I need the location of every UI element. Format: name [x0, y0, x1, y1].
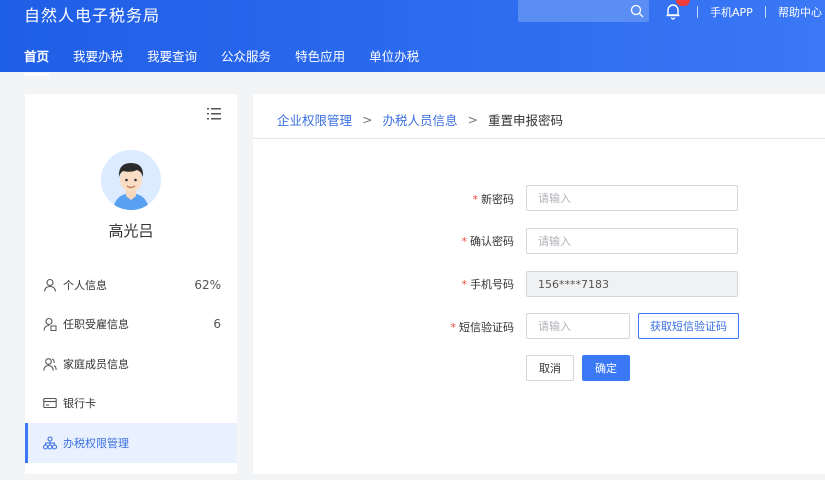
bank-card-icon: [43, 397, 57, 409]
cancel-button[interactable]: 取消: [526, 355, 574, 381]
sidebar-item-personal-info[interactable]: 个人信息 62%: [25, 265, 237, 305]
sidebar-item-label: 银行卡: [63, 397, 96, 410]
phone-label-text: 手机号码: [470, 278, 514, 291]
nav-item-home[interactable]: 首页: [24, 46, 50, 76]
phone-label: * 手机号码: [419, 276, 515, 292]
sms-code-label: * 短信验证码: [419, 319, 515, 335]
sidebar-item-label: 个人信息: [63, 279, 107, 292]
nav-item-query[interactable]: 我要查询: [147, 46, 197, 72]
breadcrumb-enterprise-permission[interactable]: 企业权限管理: [277, 110, 352, 129]
confirm-password-label-text: 确认密码: [470, 235, 514, 248]
sidebar-item-bank-card[interactable]: 银行卡: [25, 383, 237, 423]
main-panel: 企业权限管理 > 办税人员信息 > 重置申报密码 * 新密码 * 确认密码 * 手机号…: [253, 94, 825, 474]
new-password-label-text: 新密码: [481, 193, 514, 206]
sidebar: 高光吕 个人信息 62% 任职受雇信息 6 家庭成员信息 银行卡 办税权限管理: [25, 94, 237, 474]
get-sms-code-button[interactable]: 获取短信验证码: [638, 313, 739, 339]
mobile-app-link[interactable]: 手机APP: [710, 4, 753, 20]
breadcrumb-tax-staff-info[interactable]: 办税人员信息: [383, 110, 458, 129]
search-icon[interactable]: [630, 4, 644, 18]
username: 高光吕: [108, 222, 154, 240]
avatar: [101, 150, 161, 210]
confirm-password-label: * 确认密码: [419, 233, 515, 249]
breadcrumb-divider: [253, 138, 825, 139]
user-badge-icon: [43, 317, 57, 331]
breadcrumb-current: 重置申报密码: [488, 113, 564, 128]
sidebar-item-family-info[interactable]: 家庭成员信息: [25, 344, 237, 384]
sms-code-label-text: 短信验证码: [459, 321, 514, 334]
user-icon: [43, 278, 57, 292]
sidebar-item-label: 家庭成员信息: [63, 358, 129, 371]
sms-code-input[interactable]: [526, 313, 630, 339]
breadcrumb-separator: >: [467, 112, 478, 127]
sidebar-item-label: 任职受雇信息: [63, 318, 129, 331]
sidebar-item-employment-info[interactable]: 任职受雇信息 6: [25, 304, 237, 344]
nav-item-featured-apps[interactable]: 特色应用: [295, 46, 345, 72]
breadcrumb-separator: >: [362, 112, 373, 127]
notification-badge: [676, 0, 690, 6]
search-input[interactable]: [518, 0, 649, 22]
required-mark: *: [472, 193, 479, 206]
org-chart-icon: [43, 436, 57, 450]
confirm-password-input[interactable]: [526, 228, 738, 254]
sidebar-item-tax-permission[interactable]: 办税权限管理: [25, 423, 237, 463]
required-mark: *: [450, 321, 457, 334]
main-nav: 首页 我要办税 我要查询 公众服务 特色应用 单位办税: [24, 46, 443, 76]
menu-icon[interactable]: [207, 108, 221, 120]
breadcrumb: 企业权限管理 > 办税人员信息 > 重置申报密码: [277, 110, 563, 129]
avatar-illustration: [101, 150, 161, 210]
nav-item-corporate-tax[interactable]: 单位办税: [369, 46, 419, 72]
top-header: 自然人电子税务局 手机APP 帮助中心 首页 我要办税 我要查询 公众服务 特色…: [0, 0, 825, 76]
header-separator: [697, 6, 698, 18]
sidebar-item-label: 办税权限管理: [63, 437, 129, 450]
required-mark: *: [461, 235, 468, 248]
employment-count: 6: [213, 317, 221, 331]
new-password-label: * 新密码: [419, 191, 515, 207]
required-mark: *: [461, 278, 468, 291]
new-password-input[interactable]: [526, 185, 738, 211]
nav-item-tax[interactable]: 我要办税: [73, 46, 123, 72]
phone-field: [526, 271, 738, 297]
completion-percent: 62%: [194, 278, 221, 292]
confirm-button[interactable]: 确定: [582, 355, 630, 381]
header-separator: [765, 6, 766, 18]
family-icon: [43, 358, 57, 371]
site-title[interactable]: 自然人电子税务局: [24, 2, 160, 26]
help-center-link[interactable]: 帮助中心: [778, 4, 822, 20]
nav-item-public-service[interactable]: 公众服务: [221, 46, 271, 72]
